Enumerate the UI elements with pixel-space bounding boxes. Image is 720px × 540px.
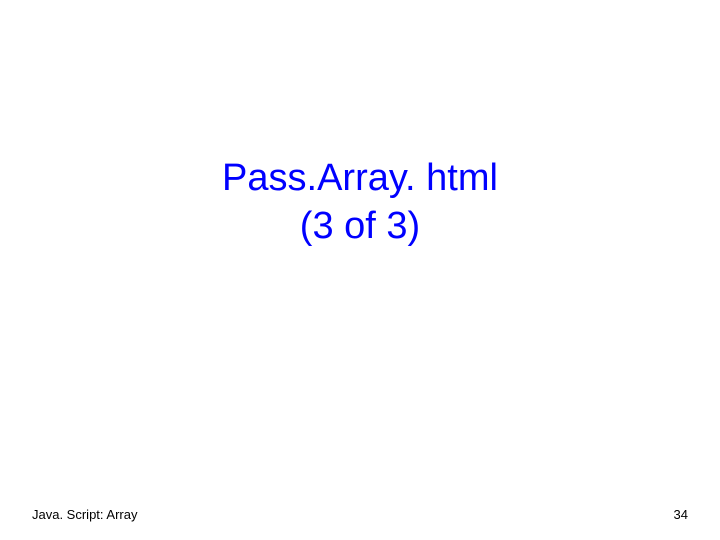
- slide-title: Pass.Array. html (3 of 3): [0, 155, 720, 250]
- title-line-2: (3 of 3): [0, 203, 720, 251]
- page-number: 34: [674, 507, 688, 522]
- footer-topic: Java. Script: Array: [32, 507, 137, 522]
- title-line-1: Pass.Array. html: [0, 155, 720, 203]
